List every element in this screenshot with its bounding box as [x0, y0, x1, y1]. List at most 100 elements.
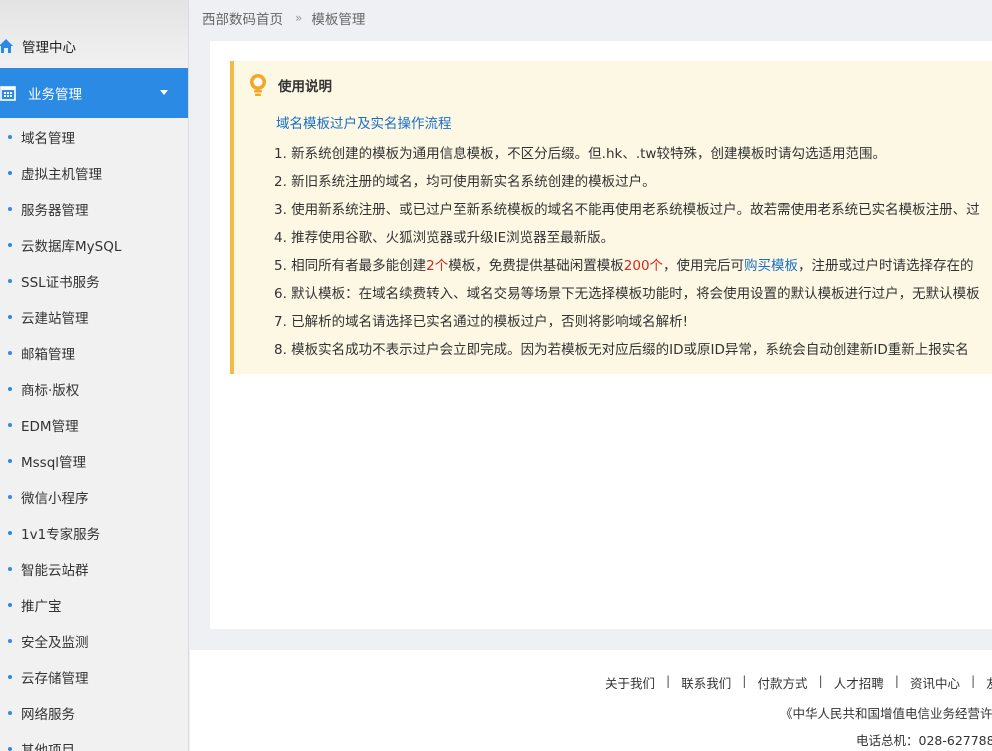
- notice-header: 使用说明: [248, 73, 332, 97]
- sidebar-item-label: 微信小程序: [21, 491, 89, 507]
- notice-item: 8. 模板实名成功不表示过户会立即完成。因为若模板无对应后缀的ID或原ID异常，…: [274, 342, 969, 358]
- notice-title: 使用说明: [278, 79, 332, 95]
- sidebar-item[interactable]: 云存储管理: [0, 659, 188, 695]
- sidebar-item-label: 商标·版权: [21, 383, 80, 399]
- sidebar-item-label: 网络服务: [21, 707, 75, 723]
- footer-link-friends[interactable]: 友情: [986, 673, 992, 692]
- sidebar-item[interactable]: 网络服务: [0, 695, 188, 731]
- bullet-icon: [8, 675, 12, 679]
- sidebar-home-link[interactable]: 管理中心: [0, 26, 188, 66]
- footer-divider: |: [970, 673, 976, 688]
- template-limit-count: 2个: [426, 258, 449, 274]
- notice-text: ，注册或过户时请选择存在的: [798, 258, 974, 274]
- lightbulb-icon: [250, 74, 266, 96]
- notice-item: 6. 默认模板：在域名续费转入、域名交易等场景下无选择模板功能时，将会使用设置的…: [274, 286, 980, 302]
- main-panel: 使用说明 域名模板过户及实名操作流程 1. 新系统创建的模板为通用信息模板，不区…: [210, 41, 992, 629]
- bullet-icon: [8, 459, 12, 463]
- sidebar-item-label: 虚拟主机管理: [21, 167, 102, 183]
- notice-item: 1. 新系统创建的模板为通用信息模板，不区分后缀。但.hk、.tw较特殊，创建模…: [274, 146, 886, 162]
- buy-template-link[interactable]: 购买模板: [744, 258, 798, 274]
- sidebar-item[interactable]: 域名管理: [0, 119, 188, 155]
- bullet-icon: [8, 135, 12, 139]
- sidebar-item-label: 推广宝: [21, 599, 62, 615]
- footer-link-about[interactable]: 关于我们: [605, 673, 655, 692]
- bullet-icon: [8, 207, 12, 211]
- sidebar-item-label: 服务器管理: [21, 203, 89, 219]
- bullet-icon: [8, 243, 12, 247]
- caret-down-icon: [160, 90, 168, 95]
- breadcrumb-separator-icon: »: [295, 11, 303, 25]
- sidebar-item[interactable]: 商标·版权: [0, 371, 188, 407]
- sidebar-item[interactable]: 1v1专家服务: [0, 515, 188, 551]
- sidebar-item-label: EDM管理: [21, 419, 79, 435]
- footer-link-contact[interactable]: 联系我们: [681, 673, 731, 692]
- footer-link-news[interactable]: 资讯中心: [910, 673, 960, 692]
- footer-license: 《中华人民共和国增值电信业务经营许可: [780, 706, 992, 721]
- sidebar-item[interactable]: 微信小程序: [0, 479, 188, 515]
- bullet-icon: [8, 495, 12, 499]
- sidebar-item[interactable]: 邮箱管理: [0, 335, 188, 371]
- bullet-icon: [8, 567, 12, 571]
- sidebar-item[interactable]: 云数据库MySQL: [0, 227, 188, 263]
- sidebar: 管理中心 业务管理 域名管理 虚拟主机管理 服务器管理 云数据库MySQL SS…: [0, 0, 189, 751]
- sidebar-item[interactable]: 智能云站群: [0, 551, 188, 587]
- sidebar-home-label: 管理中心: [22, 40, 76, 56]
- bullet-icon: [8, 603, 12, 607]
- notice-text: 模板，免费提供基础闲置模板: [448, 258, 624, 274]
- calendar-icon: [0, 86, 16, 101]
- sidebar-item[interactable]: 服务器管理: [0, 191, 188, 227]
- breadcrumb-current: 模板管理: [311, 12, 366, 28]
- footer-links: 关于我们 | 联系我们 | 付款方式 | 人才招聘 | 资讯中心 | 友情: [605, 673, 992, 692]
- sidebar-group-business[interactable]: 业务管理: [0, 68, 188, 118]
- notice-item: 7. 已解析的域名请选择已实名通过的模板过户，否则将影响域名解析!: [274, 314, 689, 330]
- notice-list: 1. 新系统创建的模板为通用信息模板，不区分后缀。但.hk、.tw较特殊，创建模…: [274, 140, 992, 364]
- sidebar-item[interactable]: 推广宝: [0, 587, 188, 623]
- footer-divider: |: [666, 673, 671, 688]
- footer-link-jobs[interactable]: 人才招聘: [834, 673, 884, 692]
- bullet-icon: [8, 315, 12, 319]
- bullet-icon: [8, 711, 12, 715]
- notice-item: 4. 推荐使用谷歌、火狐浏览器或升级IE浏览器至最新版。: [274, 230, 615, 246]
- footer: 关于我们 | 联系我们 | 付款方式 | 人才招聘 | 资讯中心 | 友情 《中华人民共和…: [190, 650, 992, 751]
- sidebar-item-label: Mssql管理: [21, 455, 87, 471]
- sidebar-group-label: 业务管理: [28, 87, 82, 103]
- sidebar-item-label: 域名管理: [21, 131, 75, 147]
- breadcrumb: 西部数码首页 » 模板管理: [190, 0, 992, 36]
- footer-phone: 电话总机：028-6277887: [856, 733, 992, 748]
- footer-divider: |: [742, 673, 747, 688]
- transfer-guide-link[interactable]: 域名模板过户及实名操作流程: [276, 112, 452, 132]
- sidebar-item-label: 云存储管理: [21, 671, 89, 687]
- sidebar-item[interactable]: 虚拟主机管理: [0, 155, 188, 191]
- bullet-icon: [8, 639, 12, 643]
- sidebar-item[interactable]: 云建站管理: [0, 299, 188, 335]
- sidebar-item[interactable]: EDM管理: [0, 407, 188, 443]
- bullet-icon: [8, 747, 12, 751]
- sidebar-menu: 域名管理 虚拟主机管理 服务器管理 云数据库MySQL SSL证书服务 云建站管…: [0, 119, 188, 751]
- footer-divider: |: [818, 673, 823, 688]
- sidebar-item[interactable]: SSL证书服务: [0, 263, 188, 299]
- breadcrumb-home-link[interactable]: 西部数码首页: [202, 8, 283, 28]
- sidebar-item-label: 安全及监测: [21, 635, 89, 651]
- notice-item: 3. 使用新系统注册、或已过户至新系统模板的域名不能再使用老系统模板过户。故若需…: [274, 202, 980, 218]
- sidebar-item-label: 其他项目: [21, 743, 75, 751]
- footer-link-payment[interactable]: 付款方式: [757, 673, 807, 692]
- bullet-icon: [8, 171, 12, 175]
- sidebar-item[interactable]: Mssql管理: [0, 443, 188, 479]
- sidebar-item[interactable]: 其他项目: [0, 731, 188, 751]
- notice-text: ，使用完后可: [663, 258, 745, 274]
- sidebar-item-label: SSL证书服务: [21, 275, 100, 291]
- notice-item: 2. 新旧系统注册的域名，均可使用新实名系统创建的模板过户。: [274, 174, 656, 190]
- sidebar-item[interactable]: 安全及监测: [0, 623, 188, 659]
- notice-text: 5. 相同所有者最多能创建: [274, 258, 427, 274]
- footer-divider: |: [894, 673, 899, 688]
- free-template-count: 200个: [623, 258, 664, 274]
- sidebar-item-label: 云建站管理: [21, 311, 89, 327]
- sidebar-item-label: 1v1专家服务: [21, 527, 101, 543]
- sidebar-item-label: 邮箱管理: [21, 347, 75, 363]
- notice-item: 5. 相同所有者最多能创建2个模板，免费提供基础闲置模板200个，使用完后可购买…: [274, 252, 992, 280]
- sidebar-item-label: 智能云站群: [21, 563, 89, 579]
- bullet-icon: [8, 279, 12, 283]
- sidebar-item-label: 云数据库MySQL: [21, 239, 122, 255]
- bullet-icon: [8, 423, 12, 427]
- bullet-icon: [8, 531, 12, 535]
